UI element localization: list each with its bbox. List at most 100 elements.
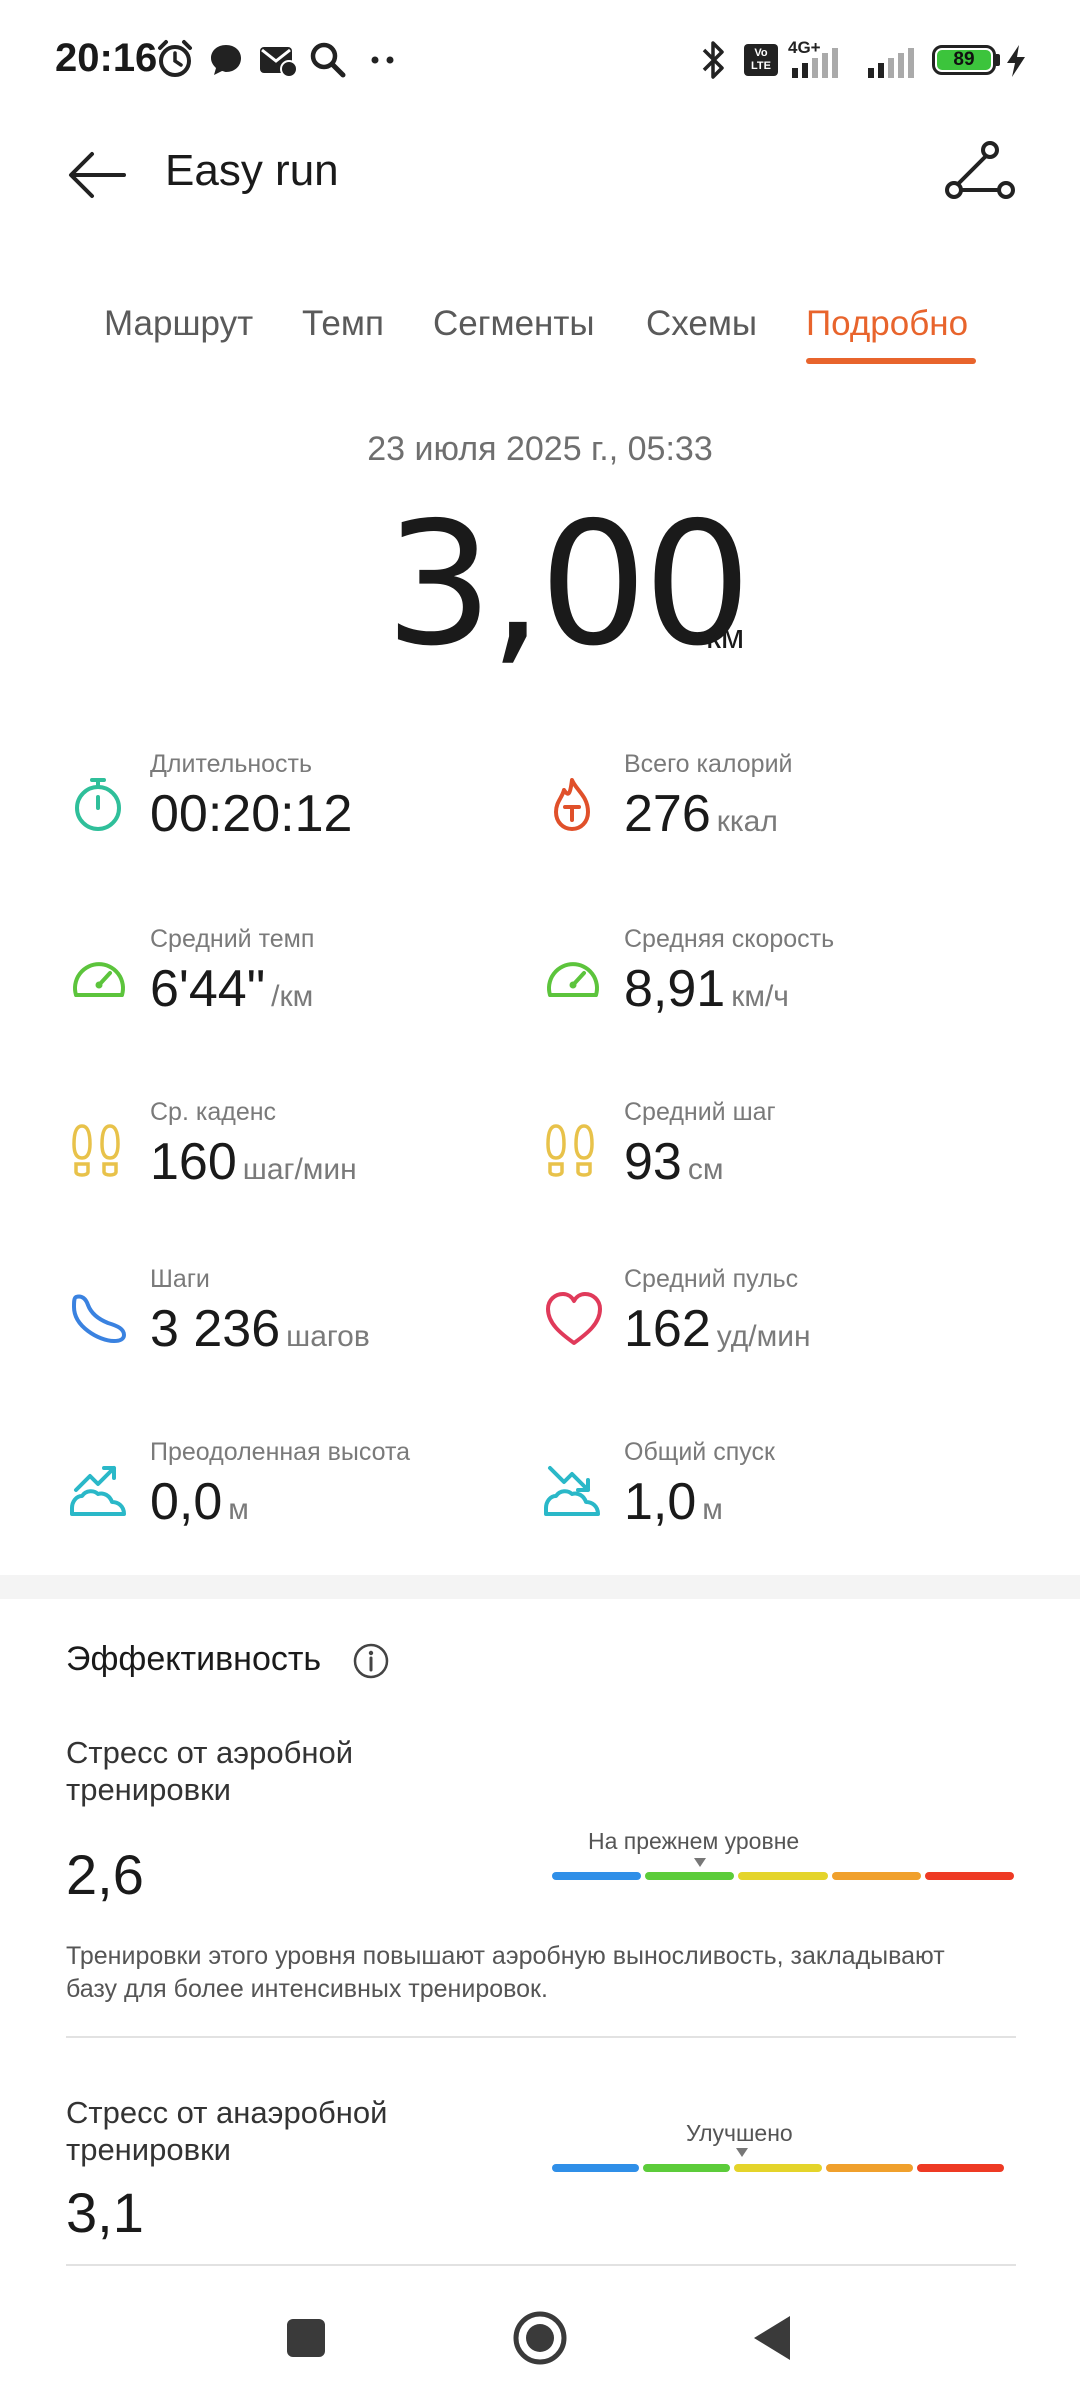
separator-line — [66, 2264, 1016, 2266]
metric-calories: Всего калорий 276 ккал — [542, 750, 1012, 870]
aerobic-scale-bar — [552, 1872, 1015, 1880]
system-nav-bar — [0, 2290, 1080, 2400]
metric-label: Общий спуск — [624, 1438, 775, 1466]
metric-value: 00:20:12 — [150, 785, 353, 843]
flame-icon — [554, 778, 590, 831]
metric-unit: см — [687, 1153, 724, 1186]
aerobic-scale-label: На прежнем уровне — [588, 1828, 800, 1854]
metric-label: Ср. каденс — [150, 1098, 277, 1126]
heart-icon — [546, 1292, 602, 1345]
app-header: Easy run — [0, 120, 1080, 230]
metric-label: Средний пульс — [624, 1265, 799, 1293]
metric-avg-stride: Средний шаг 93 см — [542, 1098, 1012, 1218]
metric-unit: ккал — [716, 805, 778, 838]
metric-value: 6'44" — [150, 960, 266, 1018]
distance-unit: км — [706, 618, 745, 656]
anaerobic-stress-value: 3,1 — [66, 2181, 144, 2244]
bluetooth-icon — [702, 41, 724, 79]
metric-value: 8,91 — [624, 960, 726, 1018]
volte-icon: Vo LTE — [744, 44, 778, 76]
alarm-icon — [158, 40, 192, 77]
home-icon[interactable] — [512, 2310, 568, 2366]
anaerobic-scale-bar — [552, 2164, 1005, 2172]
metric-steps: Шаги 3 236 шагов — [68, 1265, 538, 1385]
separator-line — [66, 2036, 1016, 2038]
metric-value: 1,0 — [624, 1473, 697, 1531]
metric-value: 276 — [624, 785, 711, 843]
status-bar: 20:16 Vo LTE 4G+ 89 — [0, 0, 1080, 120]
back-nav-icon[interactable] — [752, 2314, 792, 2362]
tab-schemes[interactable]: Схемы — [646, 304, 757, 344]
scale-segment — [645, 1872, 735, 1880]
tab-route[interactable]: Маршрут — [104, 304, 253, 344]
battery-icon: 89 — [932, 45, 996, 75]
distance-value: 3,00 — [385, 486, 752, 684]
metric-unit: шаг/мин — [242, 1153, 357, 1186]
metric-label: Средняя скорость — [624, 925, 835, 953]
page-title: Easy run — [165, 146, 339, 195]
metric-value: 160 — [150, 1133, 237, 1191]
status-time: 20:16 — [55, 36, 158, 80]
recents-icon[interactable] — [286, 2318, 326, 2358]
chat-icon — [211, 45, 241, 75]
more-dots-icon — [371, 56, 394, 64]
anaerobic-scale-marker — [735, 2148, 748, 2157]
signal-icon — [868, 48, 914, 78]
metric-avg-heart-rate: Средний пульс 162 уд/мин — [542, 1265, 1012, 1385]
tab-segments[interactable]: Сегменты — [433, 304, 595, 344]
metric-unit: м — [228, 1493, 249, 1526]
metric-avg-pace: Средний темп 6'44"/км — [68, 925, 538, 1045]
scale-segment — [738, 1872, 828, 1880]
battery-tip — [996, 54, 1000, 66]
info-icon[interactable] — [352, 1642, 390, 1680]
scale-segment — [916, 2164, 1005, 2172]
metric-descent: Общий спуск 1,0 м — [542, 1438, 1012, 1558]
aerobic-stress-title: Стресс от аэробной тренировки — [66, 1735, 354, 1808]
workout-date: 23 июля 2025 г., 05:33 — [367, 430, 713, 468]
speedometer-icon — [547, 962, 599, 997]
metric-label: Преодоленная высота — [150, 1438, 411, 1466]
metric-unit: /км — [271, 980, 314, 1013]
metric-cadence: Ср. каденс 160 шаг/мин — [68, 1098, 538, 1218]
aerobic-stress-value: 2,6 — [66, 1843, 144, 1906]
metric-label: Средний шаг — [624, 1098, 776, 1126]
metric-unit: км/ч — [731, 980, 789, 1013]
stopwatch-icon — [75, 778, 121, 831]
metric-unit: шагов — [286, 1320, 370, 1353]
aerobic-scale-marker — [693, 1858, 706, 1867]
signal-icon — [792, 48, 838, 78]
anaerobic-scale-label: Улучшено — [686, 2120, 793, 2146]
tab-pace[interactable]: Темп — [302, 304, 384, 344]
scale-segment — [734, 2164, 822, 2172]
metric-duration: Длительность 00:20:12 — [68, 750, 538, 870]
route-icon[interactable] — [942, 138, 1018, 214]
aerobic-stress-description: Тренировки этого уровня повышают аэробну… — [66, 1942, 945, 2003]
ascent-icon — [70, 1466, 126, 1516]
metric-unit: м — [702, 1493, 723, 1526]
anaerobic-stress-title: Стресс от анаэробной тренировки — [66, 2095, 388, 2168]
metric-label: Шаги — [150, 1265, 210, 1293]
descent-icon — [544, 1466, 600, 1516]
metric-label: Всего калорий — [624, 750, 793, 778]
back-arrow-icon[interactable] — [62, 140, 132, 210]
tab-bar: Маршрут Темп Сегменты Схемы Подробно — [0, 290, 1080, 370]
scale-segment — [552, 1872, 642, 1880]
footprints-icon — [72, 1124, 120, 1177]
charging-icon — [1007, 45, 1025, 77]
scale-segment — [831, 1872, 921, 1880]
active-tab-indicator — [806, 358, 976, 364]
scale-segment — [825, 2164, 913, 2172]
metric-value: 162 — [624, 1300, 711, 1358]
metric-value: 0,0 — [150, 1473, 223, 1531]
metric-unit: уд/мин — [716, 1320, 811, 1353]
search-icon — [310, 42, 346, 78]
metric-ascent: Преодоленная высота 0,0 м — [68, 1438, 538, 1558]
metric-avg-speed: Средняя скорость 8,91 км/ч — [542, 925, 1012, 1045]
metric-label: Средний темп — [150, 925, 315, 953]
shoe-icon — [72, 1294, 126, 1343]
efficiency-title: Эффективность — [66, 1640, 322, 1678]
scale-segment — [924, 1872, 1015, 1880]
metric-value: 3 236 — [150, 1300, 281, 1358]
tab-details[interactable]: Подробно — [806, 304, 968, 344]
scale-segment — [552, 2164, 640, 2172]
